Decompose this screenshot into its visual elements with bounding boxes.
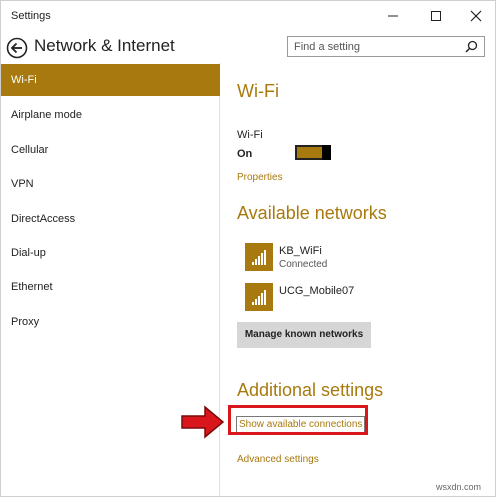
network-name: KB_WiFi: [279, 245, 322, 257]
section-heading-additional-settings: Additional settings: [237, 380, 384, 400]
search-icon[interactable]: [465, 40, 478, 53]
back-button[interactable]: [6, 37, 28, 59]
show-available-connections-link[interactable]: Show available connections: [236, 416, 366, 433]
sidebar-item-vpn[interactable]: VPN: [1, 168, 220, 200]
properties-link[interactable]: Properties: [237, 172, 283, 183]
wifi-toggle-label: Wi-Fi: [237, 129, 263, 141]
close-button[interactable]: [457, 1, 495, 31]
sidebar-item-airplane-mode[interactable]: Airplane mode: [1, 99, 220, 131]
section-heading-wifi: Wi-Fi: [237, 81, 279, 101]
settings-window: Settings Network & Internet Find a setti…: [0, 0, 496, 497]
sidebar-item-dial-up[interactable]: Dial-up: [1, 237, 220, 269]
watermark: wsxdn.com: [436, 482, 482, 492]
back-arrow-icon: [6, 37, 28, 59]
sidebar-item-directaccess[interactable]: DirectAccess: [1, 203, 220, 235]
maximize-icon: [431, 11, 441, 21]
window-title: Settings: [11, 10, 51, 22]
page-header: Network & Internet: [1, 31, 495, 63]
network-item[interactable]: UCG_Mobile07: [245, 283, 445, 315]
sidebar-item-cellular[interactable]: Cellular: [1, 134, 220, 166]
wifi-toggle[interactable]: [295, 145, 331, 160]
toggle-thumb: [322, 145, 331, 160]
page-title: Network & Internet: [34, 36, 175, 55]
wifi-state-text: On: [237, 148, 253, 160]
wifi-signal-icon: [245, 283, 273, 311]
network-name: UCG_Mobile07: [279, 285, 355, 297]
maximize-button[interactable]: [417, 1, 455, 31]
minimize-icon: [388, 15, 398, 17]
sidebar: Wi-Fi Airplane mode Cellular VPN DirectA…: [1, 63, 220, 496]
network-status: Connected: [279, 259, 328, 270]
wifi-signal-icon: [245, 243, 273, 271]
search-box[interactable]: [287, 36, 485, 57]
section-heading-available-networks: Available networks: [237, 203, 387, 223]
sidebar-item-wifi[interactable]: Wi-Fi: [1, 64, 220, 96]
sidebar-item-ethernet[interactable]: Ethernet: [1, 271, 220, 303]
search-input[interactable]: [288, 37, 458, 57]
sidebar-item-proxy[interactable]: Proxy: [1, 306, 220, 338]
title-bar: Settings: [1, 1, 495, 31]
manage-known-networks-button[interactable]: Manage known networks: [237, 322, 371, 348]
close-icon: [470, 10, 482, 22]
minimize-button[interactable]: [374, 1, 412, 31]
main-content: Wi-Fi Wi-Fi On Properties Available netw…: [221, 63, 495, 496]
advanced-settings-link[interactable]: Advanced settings: [237, 454, 319, 465]
network-item[interactable]: KB_WiFi Connected: [245, 243, 445, 275]
